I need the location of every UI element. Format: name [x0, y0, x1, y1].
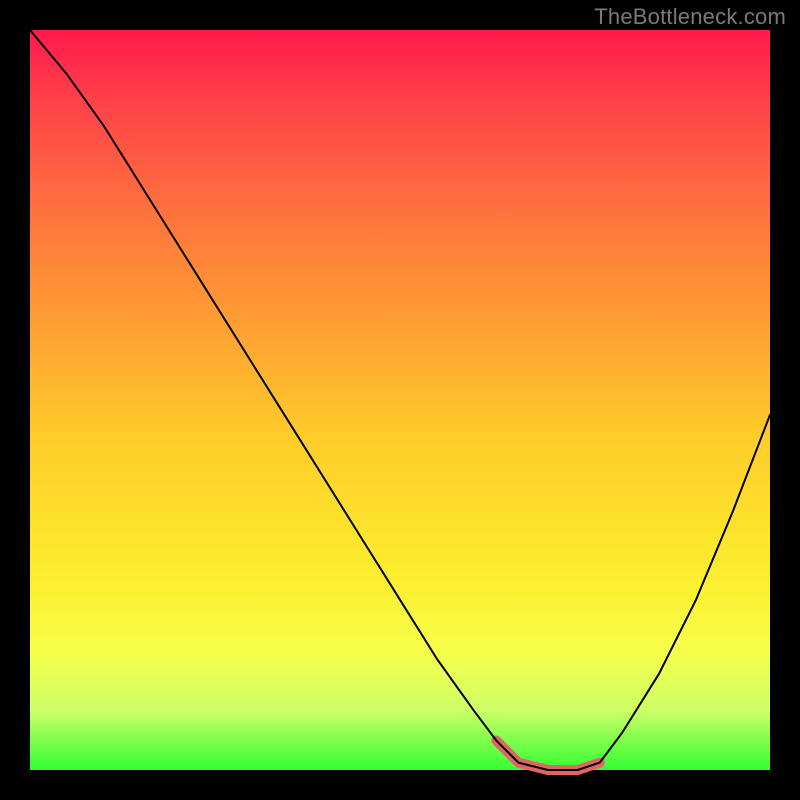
watermark-text: TheBottleneck.com: [594, 4, 786, 30]
main-curve: [30, 30, 770, 770]
chart-frame: TheBottleneck.com: [0, 0, 800, 800]
plot-area: [30, 30, 770, 770]
curve-layer: [30, 30, 770, 770]
